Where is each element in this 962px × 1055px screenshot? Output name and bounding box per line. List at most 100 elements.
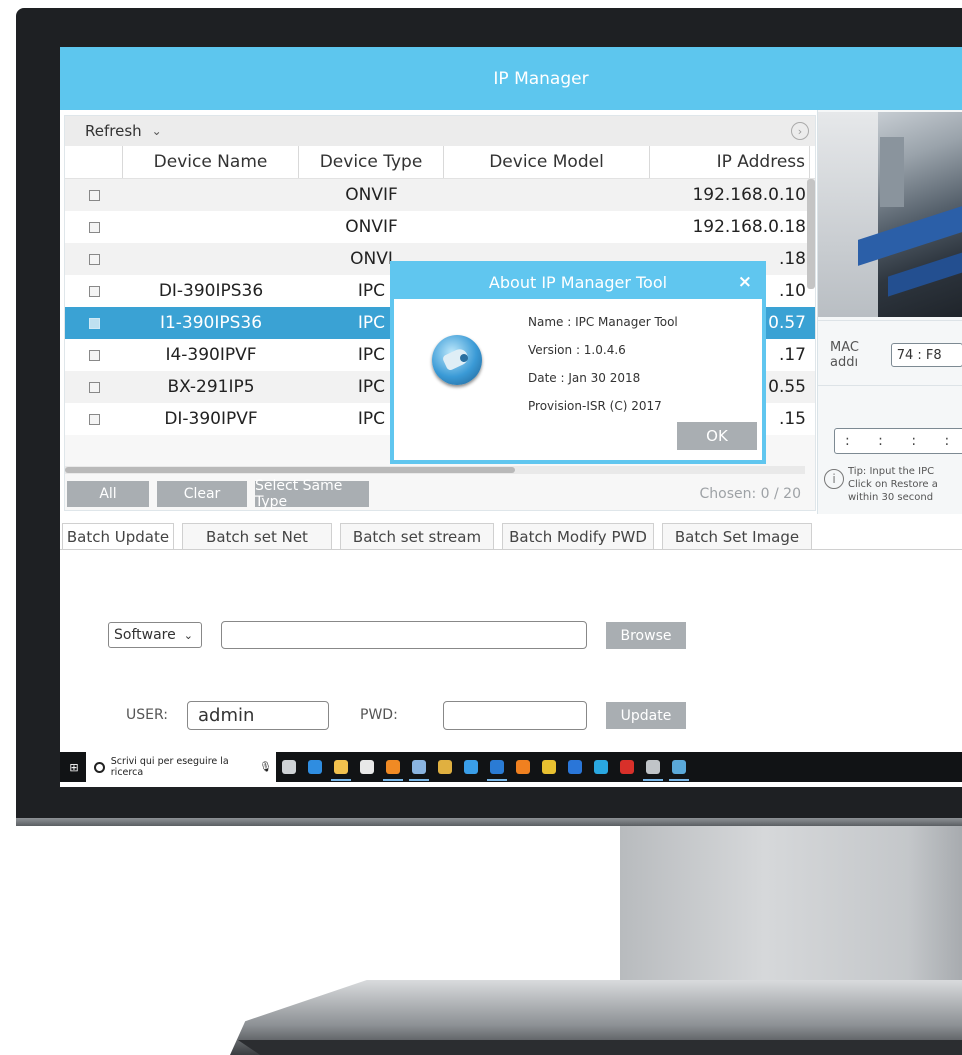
row-checkbox [65, 307, 123, 339]
device-name-cell: DI-390IPS36 [158, 281, 264, 301]
selection-bar: All Clear Select Same Type Chosen: 0 / 2… [65, 478, 815, 510]
microphone-icon[interactable]: 🎙 [259, 762, 272, 773]
select-same-type-button[interactable]: Select Same Type [255, 478, 369, 510]
column-device-type[interactable]: Device Type [299, 146, 444, 178]
tip-line: Click on Restore a [848, 479, 938, 490]
pwd-label: PWD: [360, 707, 398, 723]
row-checkbox [65, 275, 123, 307]
ok-button[interactable]: OK [677, 422, 757, 450]
skype-icon[interactable] [588, 752, 614, 782]
taskbar-search[interactable]: Scrivi qui per eseguire la ricerca 🎙 [86, 752, 276, 782]
header-checkbox-column [65, 146, 123, 178]
outlook-icon[interactable] [484, 752, 510, 782]
row-checkbox [65, 179, 123, 211]
tab-batch-set-net[interactable]: Batch set Net [182, 523, 332, 549]
tab-batch-modify-pwd[interactable]: Batch Modify PWD [502, 523, 654, 549]
mac-address-field[interactable]: 74 : F8 [890, 343, 962, 367]
user-input[interactable]: admin [187, 701, 329, 730]
tip-box: i Tip: Input the IPC Click on Restore a … [824, 465, 962, 504]
checkbox[interactable] [88, 317, 100, 329]
table-row[interactable]: ONVIF 192.168.0.18 [65, 211, 815, 243]
device-name-cell: BX-291IP5 [167, 377, 255, 397]
file-path-input[interactable] [221, 621, 587, 649]
edge-icon[interactable] [302, 752, 328, 782]
browse-button[interactable]: Browse [606, 622, 686, 649]
device-name-cell [123, 211, 299, 243]
device-type-cell: ONVIF [345, 185, 398, 205]
tab-batch-update[interactable]: Batch Update [62, 523, 174, 549]
row-checkbox [65, 243, 123, 275]
table-row[interactable]: ONVIF 192.168.0.10 [65, 179, 815, 211]
firefox-icon[interactable] [380, 752, 406, 782]
device-model-cell [444, 211, 650, 243]
ip-address-cell: 192.168.0.18 [692, 217, 806, 237]
row-checkbox [65, 211, 123, 243]
horizontal-scrollbar[interactable] [65, 466, 805, 474]
checkbox[interactable] [88, 221, 100, 233]
close-icon[interactable]: × [738, 272, 752, 292]
checkbox[interactable] [88, 253, 100, 265]
vertical-scrollbar[interactable] [807, 179, 815, 289]
clear-button[interactable]: Clear [157, 481, 247, 507]
folder-icon[interactable] [432, 752, 458, 782]
app-icon[interactable] [406, 752, 432, 782]
update-button[interactable]: Update [606, 702, 686, 729]
task-view-icon[interactable] [276, 752, 302, 782]
refresh-button[interactable]: Refresh [85, 122, 142, 140]
windows-start-icon[interactable]: ⊞ [62, 752, 86, 782]
teamviewer-icon[interactable] [562, 752, 588, 782]
column-ip-address[interactable]: IP Address [650, 146, 810, 178]
tab-batch-set-stream[interactable]: Batch set stream [340, 523, 494, 549]
checkbox[interactable] [88, 413, 100, 425]
row-checkbox [65, 339, 123, 371]
device-model-cell [444, 179, 650, 211]
taskbar-apps [276, 752, 692, 782]
expand-icon[interactable]: › [791, 122, 809, 140]
taskbar: ⊞ Scrivi qui per eseguire la ricerca 🎙 [60, 752, 962, 782]
chrome-icon[interactable] [536, 752, 562, 782]
ip-manager-icon[interactable] [666, 752, 692, 782]
ip-address-cell: 192.168.0.10 [692, 185, 806, 205]
column-device-model[interactable]: Device Model [444, 146, 650, 178]
store-icon[interactable] [354, 752, 380, 782]
tab-batch-set-image[interactable]: Batch Set Image [662, 523, 812, 549]
checkbox[interactable] [88, 381, 100, 393]
upgrade-type-select[interactable]: Software ⌄ [108, 622, 202, 648]
scrollbar-thumb[interactable] [65, 467, 515, 473]
camera-app-icon[interactable] [640, 752, 666, 782]
tip-line: Tip: Input the IPC [848, 466, 935, 477]
dialog-title-bar: About IP Manager Tool × [394, 265, 762, 299]
checkbox[interactable] [88, 189, 100, 201]
screen: IP Manager Refresh ⌄ › Device Name Devic… [60, 47, 962, 787]
ip-address-field[interactable]: : : : : [834, 428, 962, 454]
app-copyright: Provision-ISR (C) 2017 [528, 399, 662, 413]
password-input[interactable] [443, 701, 587, 730]
tab-bar: Batch Update Batch set Net Batch set str… [62, 523, 820, 549]
app-version: Version : 1.0.4.6 [528, 343, 626, 357]
checkbox[interactable] [88, 285, 100, 297]
toolbar: Refresh ⌄ › [65, 116, 815, 146]
row-checkbox [65, 371, 123, 403]
acrobat-icon[interactable] [614, 752, 640, 782]
dialog-body: Name : IPC Manager Tool Version : 1.0.4.… [394, 299, 762, 460]
device-name-cell: DI-390IPVF [164, 409, 258, 429]
device-type-cell: ONVIF [345, 217, 398, 237]
tip-line: within 30 second [848, 492, 934, 503]
checkbox[interactable] [88, 349, 100, 361]
ie-icon[interactable] [458, 752, 484, 782]
select-all-button[interactable]: All [67, 481, 149, 507]
upgrade-type-value: Software [114, 627, 176, 643]
monitor-stand-edge [238, 1040, 962, 1055]
table-header: Device Name Device Type Device Model IP … [65, 146, 815, 179]
file-explorer-icon[interactable] [328, 752, 354, 782]
device-name-cell: I1-390IPS36 [159, 313, 263, 333]
chevron-down-icon[interactable]: ⌄ [152, 124, 162, 138]
monitor-chin [16, 818, 962, 826]
vlc-icon[interactable] [510, 752, 536, 782]
info-icon: i [824, 469, 844, 489]
chevron-down-icon: ⌄ [183, 628, 193, 642]
app-name: Name : IPC Manager Tool [528, 315, 678, 329]
mac-address-label: MAC addı [830, 340, 859, 370]
column-device-name[interactable]: Device Name [123, 146, 299, 178]
cortana-icon [94, 761, 105, 773]
